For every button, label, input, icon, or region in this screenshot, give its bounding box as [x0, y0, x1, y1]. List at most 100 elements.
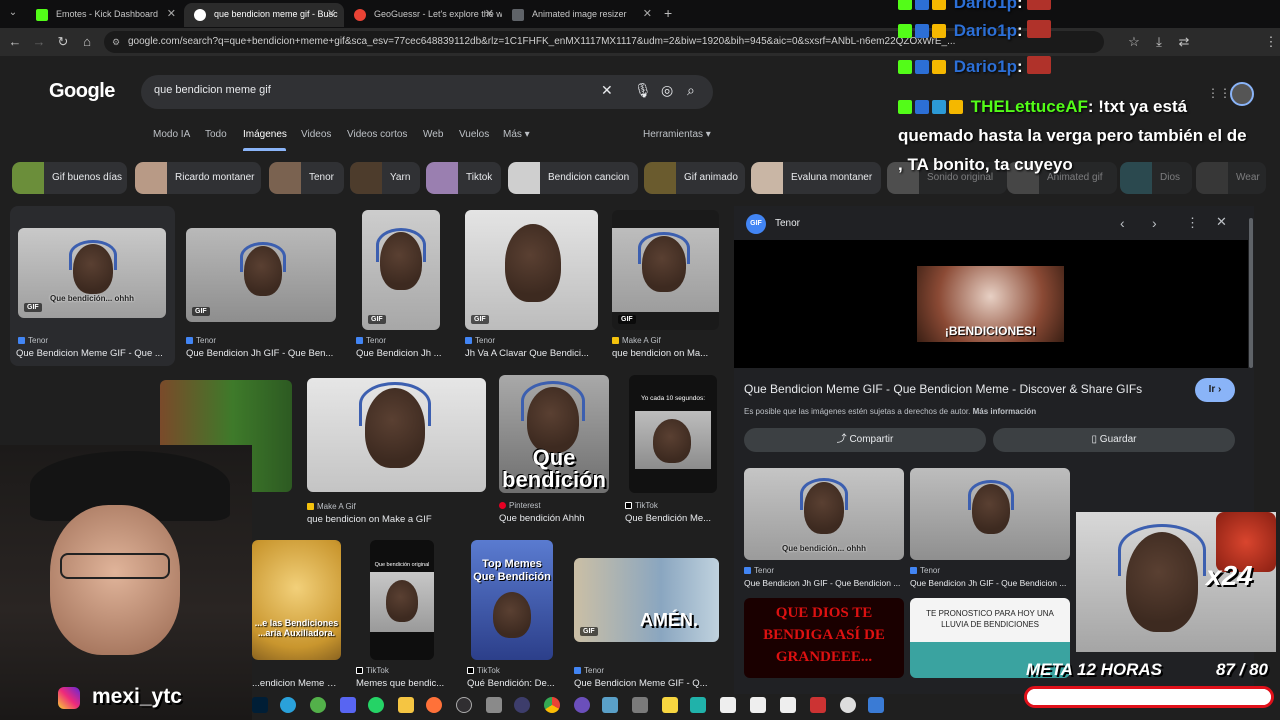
obs-icon[interactable] [456, 697, 472, 713]
reload-icon[interactable]: ↻ [54, 33, 72, 51]
image-result[interactable]: GIF Tenor Que Bendicion Jh ... [356, 210, 446, 360]
app-icon[interactable] [310, 697, 326, 713]
result-title[interactable]: Que Bendicion Jh GIF - Que Bendicion ... [910, 578, 1070, 588]
tab-geoguessr[interactable]: GeoGuessr - Let's explore the w ✕ [344, 3, 502, 27]
result-title[interactable]: que bendicion on Ma... [612, 348, 717, 359]
result-image[interactable]: Que bendición... ohhh GIF [18, 228, 166, 318]
chip-ricardo-montaner[interactable]: Ricardo montaner [135, 162, 261, 194]
lens-icon[interactable]: ◎ [661, 82, 673, 99]
search-input[interactable]: que bendicion meme gif ✕ 🎙 ◎ ⌕ [141, 75, 713, 109]
more-options-icon[interactable]: ⋮ [1186, 215, 1199, 231]
image-result[interactable]: Que bendición original TikTok Memes que … [356, 540, 446, 690]
document-icon[interactable] [720, 697, 736, 713]
tab-videos[interactable]: Videos [301, 129, 331, 140]
result-title[interactable]: Jh Va A Clavar Que Bendici... [465, 348, 595, 359]
app-icon[interactable] [810, 697, 826, 713]
go-button[interactable]: Ir › [1195, 378, 1235, 402]
image-result[interactable]: Yo cada 10 segundos: TikTok Que Bendició… [625, 375, 721, 530]
prev-arrow-icon[interactable]: ‹ [1120, 215, 1125, 231]
back-icon[interactable]: ← [6, 33, 24, 51]
search-icon[interactable]: ⌕ [687, 82, 695, 99]
image-result[interactable]: Top Memes Que Bendición TikTok Qué Bendi… [467, 540, 559, 690]
tab-vuelos[interactable]: Vuelos [459, 129, 489, 140]
result-image[interactable] [307, 378, 486, 492]
image-result[interactable]: AMÉN. GIF Tenor Que Bendicion Meme GIF -… [574, 540, 720, 690]
image-result[interactable]: Que bendición... ohhh GIF Tenor Que Bend… [10, 206, 175, 366]
result-title[interactable]: Memes que bendic... [356, 678, 446, 689]
tab-todo[interactable]: Todo [205, 129, 227, 140]
result-title[interactable]: Que Bendicion Jh GIF - Que Ben... [186, 348, 336, 359]
tab-image-resizer[interactable]: Animated image resizer ✕ [502, 3, 660, 27]
result-image[interactable]: GIF [465, 210, 598, 330]
chip-tenor[interactable]: Tenor [269, 162, 344, 194]
chrome-icon[interactable] [544, 697, 560, 713]
result-image[interactable]: GIF [186, 228, 336, 322]
app-icon[interactable] [486, 697, 502, 713]
result-image[interactable]: Que bendición original [370, 540, 434, 660]
app-icon[interactable] [602, 697, 618, 713]
notes-icon[interactable] [662, 697, 678, 713]
close-tab-icon[interactable]: ✕ [643, 3, 652, 25]
result-image[interactable]: Yo cada 10 segundos: [629, 375, 717, 493]
new-tab-icon[interactable]: + [664, 5, 672, 21]
tools-button[interactable]: Herramientas ▾ [643, 129, 711, 140]
image-result[interactable]: ...e las Bendiciones ...aría Auxiliadora… [252, 540, 342, 690]
result-image[interactable]: Top Memes Que Bendición [471, 540, 553, 660]
voice-search-icon[interactable]: 🎙 [634, 82, 652, 99]
related-result[interactable]: Tenor Que Bendicion Jh GIF - Que Bendici… [910, 468, 1072, 588]
site-info-icon[interactable]: ⚙ [112, 31, 120, 53]
result-title[interactable]: que bendicion on Make a GIF [307, 514, 485, 525]
tab-imagenes[interactable]: Imágenes [243, 129, 287, 140]
clear-icon[interactable]: ✕ [601, 82, 613, 99]
app-icon[interactable] [868, 697, 884, 713]
preview-source[interactable]: Tenor [775, 218, 800, 229]
result-image[interactable]: GIF [612, 210, 719, 330]
telegram-icon[interactable] [280, 697, 296, 713]
related-result[interactable]: Que bendición... ohhh Tenor Que Bendicio… [744, 468, 906, 588]
chip-tiktok[interactable]: Tiktok [426, 162, 501, 194]
chip-bendicion-cancion[interactable]: Bendicion cancion [508, 162, 638, 194]
chip-yarn[interactable]: Yarn [350, 162, 420, 194]
tab-web[interactable]: Web [423, 129, 443, 140]
chip-gif-buenos-dias[interactable]: Gif buenos días [12, 162, 127, 194]
save-button[interactable]: ▯ Guardar [993, 428, 1235, 452]
document-icon[interactable] [750, 697, 766, 713]
result-title[interactable]: Que bendición Ahhh [499, 513, 609, 524]
search-query[interactable]: que bendicion meme gif [154, 84, 271, 96]
more-info-link[interactable]: Más información [973, 407, 1037, 416]
app-icon[interactable] [840, 697, 856, 713]
related-image[interactable]: QUE DIOS TE BENDIGA ASÍ DE GRANDEEE... [744, 598, 904, 678]
tab-mas[interactable]: Más ▾ [503, 129, 530, 140]
result-image[interactable]: GIF [362, 210, 440, 330]
image-result[interactable]: GIF Tenor Jh Va A Clavar Que Bendici... [465, 210, 600, 360]
result-title[interactable]: ...endicion Meme GI... [252, 678, 340, 689]
share-button[interactable]: ⤴ Compartir [744, 428, 986, 452]
result-title[interactable]: Que Bendicion Jh ... [356, 348, 446, 359]
panel-scrollbar[interactable] [1249, 218, 1253, 368]
app-icon[interactable] [632, 697, 648, 713]
close-tab-icon[interactable]: ✕ [327, 3, 336, 25]
result-title[interactable]: Que Bendicion Meme GIF - Q... [574, 678, 720, 689]
document-icon[interactable] [780, 697, 796, 713]
close-tab-icon[interactable]: ✕ [167, 3, 176, 25]
chip-gif-animado[interactable]: Gif animado [644, 162, 745, 194]
tab-google-search[interactable]: que bendicion meme gif - Busc ✕ [184, 3, 344, 27]
photoshop-icon[interactable] [252, 697, 268, 713]
image-result[interactable]: GIF Make A Gif que bendicion on Ma... [612, 210, 720, 360]
related-image[interactable]: Que bendición... ohhh [744, 468, 904, 560]
tab-search-icon[interactable]: ⌄ [6, 7, 20, 21]
preview-title[interactable]: Que Bendicion Meme GIF - Que Bendicion M… [744, 382, 1142, 396]
image-result[interactable]: GIF Tenor Que Bendicion Jh GIF - Que Ben… [186, 210, 336, 360]
home-icon[interactable]: ⌂ [78, 33, 96, 51]
forward-icon[interactable]: → [30, 33, 48, 51]
related-image[interactable] [910, 468, 1070, 560]
result-title[interactable]: Que Bendicion Meme GIF - Que ... [16, 348, 171, 359]
result-title[interactable]: Que Bendicion Jh GIF - Que Bendicion ... [744, 578, 904, 588]
result-image[interactable]: Que bendición [499, 375, 609, 493]
result-image[interactable]: ...e las Bendiciones ...aría Auxiliadora… [252, 540, 341, 660]
next-arrow-icon[interactable]: › [1152, 215, 1157, 231]
image-result[interactable]: Make A Gif que bendicion on Make a GIF [307, 378, 487, 528]
tab-modo-ia[interactable]: Modo IA [153, 129, 190, 140]
image-result[interactable]: Que bendición Pinterest Que bendición Ah… [499, 375, 611, 530]
whatsapp-icon[interactable] [368, 697, 384, 713]
